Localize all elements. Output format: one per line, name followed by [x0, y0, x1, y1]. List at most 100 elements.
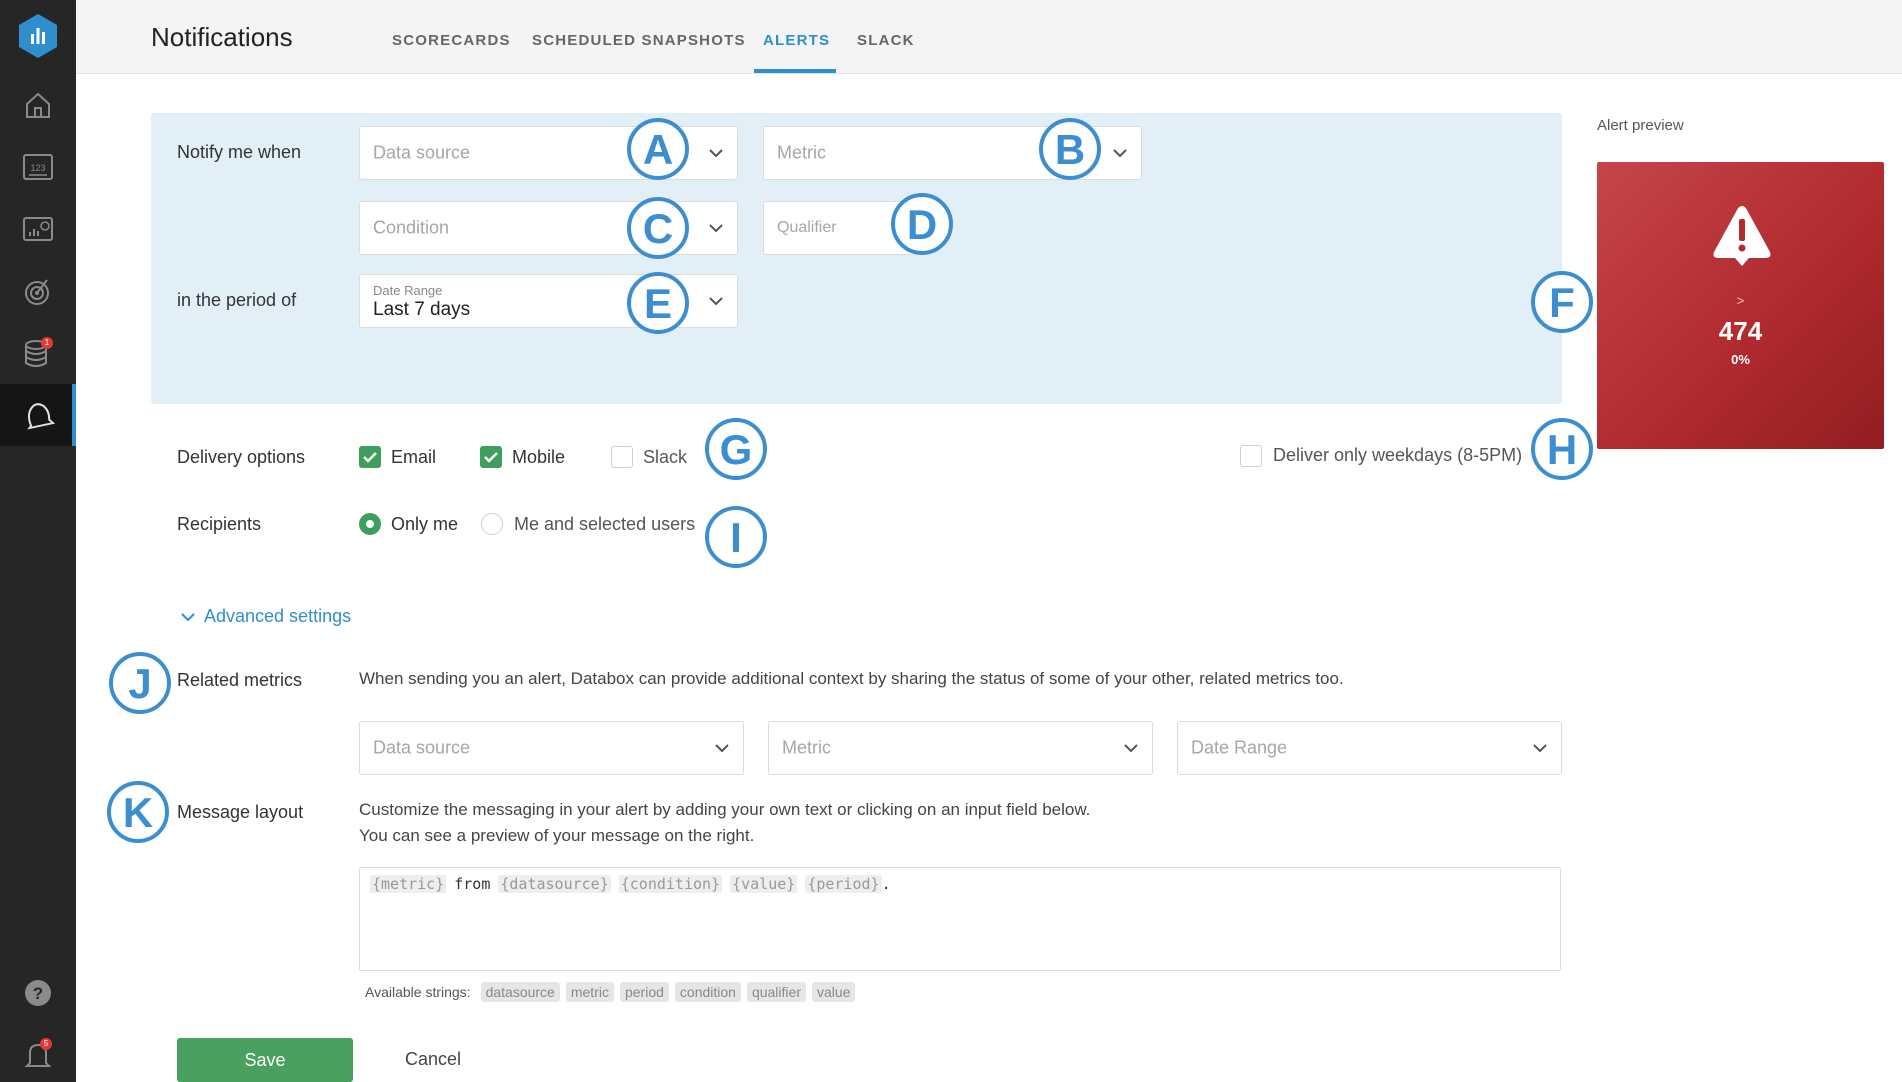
chevron-down-icon: [709, 224, 723, 233]
only-me-radio[interactable]: [359, 513, 381, 535]
string-chip-condition[interactable]: condition: [674, 982, 741, 1002]
related-data-source-placeholder: Data source: [373, 737, 471, 758]
only-me-label[interactable]: Only me: [391, 514, 458, 535]
chevron-down-icon: [1113, 149, 1127, 158]
sidebar-item-dashboards[interactable]: [0, 198, 76, 260]
related-metric-select[interactable]: Metric: [768, 721, 1153, 775]
top-header: Notifications SCORECARDS SCHEDULED SNAPS…: [76, 0, 1902, 74]
weekdays-label[interactable]: Deliver only weekdays (8-5PM): [1273, 445, 1522, 466]
string-chip-qualifier[interactable]: qualifier: [746, 982, 806, 1002]
callout-j: J: [109, 652, 171, 714]
callout-a: A: [627, 118, 689, 180]
related-data-source-select[interactable]: Data source: [359, 721, 744, 775]
callout-c: C: [627, 197, 689, 259]
token-datasource[interactable]: {datasource}: [498, 875, 611, 893]
chevron-down-icon: [709, 297, 723, 306]
callout-b: B: [1039, 118, 1101, 180]
tab-alerts[interactable]: ALERTS: [763, 32, 830, 49]
callout-d: D: [891, 193, 953, 255]
related-date-range-placeholder: Date Range: [1191, 737, 1288, 758]
message-layout-label: Message layout: [177, 802, 304, 822]
checkmark-icon: [484, 452, 498, 463]
data-source-placeholder: Data source: [373, 142, 471, 163]
slack-checkbox[interactable]: [611, 446, 633, 468]
chevron-down-icon: [709, 149, 723, 158]
chevron-down-icon: [1124, 744, 1138, 753]
metric-placeholder: Metric: [777, 142, 826, 163]
alert-preview-label: Alert preview: [1597, 117, 1684, 134]
checkmark-icon: [363, 452, 377, 463]
goals-icon: [25, 279, 49, 305]
save-button[interactable]: Save: [177, 1038, 353, 1082]
svg-text:123: 123: [30, 163, 45, 173]
message-layout-description-2: You can see a preview of your message on…: [359, 826, 755, 845]
token-condition[interactable]: {condition}: [618, 875, 723, 893]
message-template-line: {metric} from {datasource} {condition} {…: [370, 875, 891, 893]
chevron-down-icon: [1533, 744, 1547, 753]
callout-e: E: [627, 272, 689, 334]
sidebar-item-datasources[interactable]: 1: [0, 322, 76, 384]
tab-slack[interactable]: SLACK: [857, 32, 915, 49]
token-period-punct: .: [881, 875, 891, 893]
selected-users-label[interactable]: Me and selected users: [514, 514, 695, 535]
date-range-label: Date Range: [373, 283, 443, 298]
chevron-down-icon: [181, 612, 195, 621]
mobile-label[interactable]: Mobile: [512, 447, 565, 468]
condition-placeholder: Condition: [373, 217, 450, 238]
sidebar-item-goals[interactable]: [0, 260, 76, 322]
related-metric-placeholder: Metric: [782, 737, 831, 758]
email-label[interactable]: Email: [391, 447, 436, 468]
cancel-button[interactable]: Cancel: [405, 1049, 461, 1070]
selected-users-radio[interactable]: [481, 513, 503, 535]
date-range-value: Last 7 days: [373, 299, 471, 320]
dashboard-icon: [23, 217, 53, 241]
qualifier-placeholder: Qualifier: [777, 219, 837, 236]
related-metrics-label: Related metrics: [177, 670, 303, 690]
string-chip-datasource[interactable]: datasource: [480, 982, 560, 1002]
tab-scorecards[interactable]: SCORECARDS: [392, 32, 511, 49]
sidebar-item-home[interactable]: [0, 74, 76, 136]
callout-f: F: [1531, 271, 1593, 333]
preview-percent: 0%: [1731, 352, 1750, 367]
mobile-checkbox[interactable]: [480, 446, 502, 468]
home-icon: [26, 92, 50, 118]
datasource-badge: 1: [41, 337, 53, 349]
advanced-settings-label: Advanced settings: [204, 606, 352, 626]
sidebar-item-scorecards[interactable]: 123: [0, 136, 76, 198]
warning-icon: [1713, 206, 1771, 266]
token-period[interactable]: {period}: [805, 875, 882, 893]
sidebar-item-alerts[interactable]: [0, 384, 76, 446]
page-title: Notifications: [151, 22, 293, 52]
available-strings: Available strings: datasource metric per…: [365, 982, 856, 1002]
string-chip-metric[interactable]: metric: [565, 982, 614, 1002]
alert-preview-card: > 474 0%: [1597, 162, 1884, 449]
tab-scheduled-snapshots[interactable]: SCHEDULED SNAPSHOTS: [532, 32, 746, 49]
help-icon: ?: [25, 980, 51, 1006]
callout-i: I: [705, 506, 767, 568]
callout-g: G: [705, 418, 767, 480]
sidebar: 123 1 ? 5: [0, 0, 76, 1082]
chevron-down-icon: [715, 744, 729, 753]
email-checkbox[interactable]: [359, 446, 381, 468]
related-date-range-select[interactable]: Date Range: [1177, 721, 1562, 775]
string-chip-value[interactable]: value: [811, 982, 856, 1002]
svg-text:?: ?: [33, 984, 43, 1003]
string-chip-period[interactable]: period: [619, 982, 669, 1002]
message-layout-description-1: Customize the messaging in your alert by…: [359, 800, 1091, 819]
alerts-bell-icon: [27, 403, 55, 430]
token-metric[interactable]: {metric}: [370, 875, 447, 893]
sidebar-item-notifications[interactable]: 5: [0, 1024, 76, 1082]
scorecard-icon: 123: [23, 154, 53, 180]
notifications-badge: 5: [40, 1038, 52, 1050]
recipients-label: Recipients: [177, 514, 262, 534]
advanced-settings-toggle[interactable]: Advanced settings: [180, 606, 351, 627]
token-value[interactable]: {value}: [730, 875, 798, 893]
callout-k: K: [107, 781, 169, 843]
slack-label[interactable]: Slack: [643, 447, 687, 468]
message-editor[interactable]: {metric} from {datasource} {condition} {…: [359, 867, 1561, 971]
sidebar-item-help[interactable]: ?: [0, 962, 76, 1024]
databox-logo-icon[interactable]: [14, 12, 62, 60]
callout-h: H: [1531, 418, 1593, 480]
delivery-options-label: Delivery options: [177, 447, 306, 467]
weekdays-checkbox[interactable]: [1240, 445, 1262, 467]
